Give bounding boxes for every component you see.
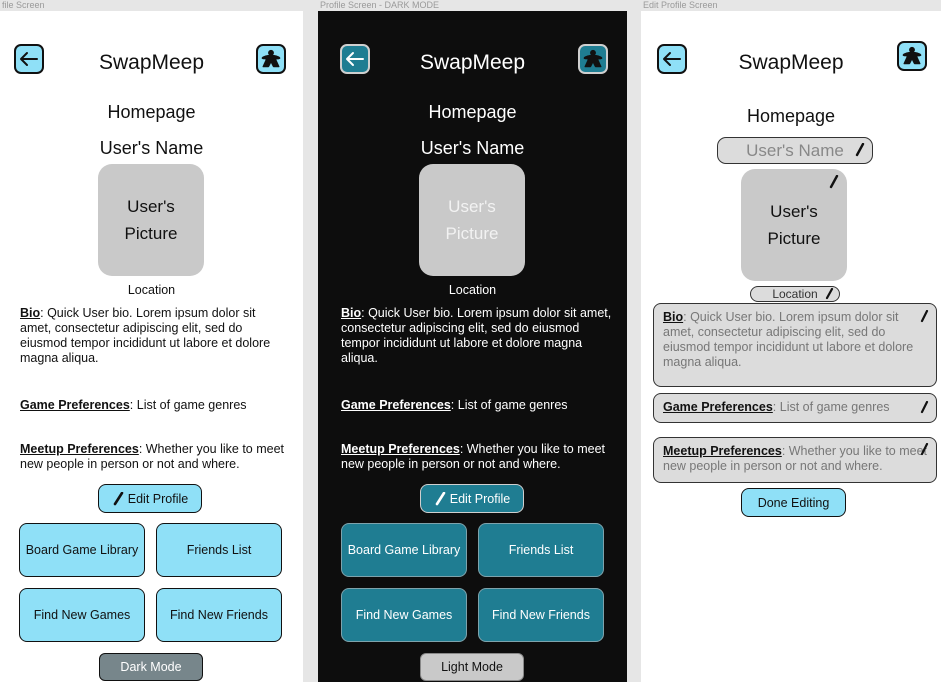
edit-profile-screen: SwapMeep Homepage User's Name User's Pict… [641,11,941,682]
game-preferences-label: Game Preferences [20,398,130,412]
edit-profile-button[interactable]: Edit Profile [98,484,202,513]
location-value: Location [772,287,818,301]
profile-screen-dark: SwapMeep Homepage User's Name User's Pict… [318,11,627,682]
meeple-icon [902,46,922,65]
meetup-preferences: Meetup Preferences: Whether you like to … [20,442,290,472]
meeple-button[interactable] [897,41,927,71]
pencil-icon[interactable] [920,310,929,323]
location-field[interactable]: Location [750,286,840,302]
pencil-icon[interactable] [920,443,929,456]
page-title: Homepage [746,106,836,126]
profile-screen: SwapMeep Homepage User's Name User's Pict… [0,11,303,682]
meetup-preferences-label: Meetup Preferences [341,442,460,456]
find-new-games-button[interactable]: Find New Games [19,588,145,642]
bio-label: Bio [341,306,362,320]
meetup-preferences: Meetup Preferences: Whether you like to … [341,442,613,472]
bio-field[interactable]: Bio: Quick User bio. Lorem ipsum dolor s… [653,303,937,387]
game-preferences-field[interactable]: Game Preferences: List of game genres [653,393,937,423]
location: Location [127,283,176,297]
picture-label-2: Picture [445,224,499,243]
user-picture: User's Picture [98,164,204,276]
picture-label-1: User's [127,197,175,216]
pencil-icon[interactable] [829,175,839,189]
frame-label-dark: Profile Screen - DARK MODE [320,0,440,10]
game-preferences: Game Preferences: List of game genres [341,398,613,413]
user-picture[interactable]: User's Picture [741,169,847,281]
picture-label-1: User's [448,197,496,216]
done-editing-button[interactable]: Done Editing [741,488,846,517]
meeple-button[interactable] [578,44,608,74]
friends-list-button[interactable]: Friends List [156,523,282,577]
bio: Bio: Quick User bio. Lorem ipsum dolor s… [20,306,290,366]
page-title: Homepage [107,102,196,122]
edit-profile-label: Edit Profile [449,491,511,506]
frame-label-edit: Edit Profile Screen [643,0,718,10]
edit-profile-button[interactable]: Edit Profile [420,484,524,513]
picture-label-1: User's [770,202,818,221]
meeple-button[interactable] [256,44,286,74]
user-name-value: User's Name [746,140,844,160]
meeple-icon [583,49,603,68]
pencil-icon[interactable] [855,143,865,157]
bio-text: : Quick User bio. Lorem ipsum dolor sit … [663,310,914,369]
pencil-icon[interactable] [825,288,834,300]
bio-label: Bio [663,310,684,324]
game-preferences: Game Preferences: List of game genres [20,398,290,413]
picture-label-2: Picture [767,229,821,248]
find-new-games-button[interactable]: Find New Games [341,588,467,642]
bio-text: : Quick User bio. Lorem ipsum dolor sit … [20,306,271,365]
user-picture: User's Picture [419,164,525,276]
user-name: User's Name [99,138,204,158]
picture-label-2: Picture [124,224,178,243]
dark-mode-button[interactable]: Dark Mode [99,653,203,681]
game-preferences-label: Game Preferences [341,398,451,412]
find-new-friends-button[interactable]: Find New Friends [478,588,604,642]
frame-label-profile: file Screen [2,0,45,10]
meetup-preferences-label: Meetup Preferences [663,444,782,458]
board-game-library-button[interactable]: Board Game Library [19,523,145,577]
game-preferences-label: Game Preferences [663,400,773,414]
game-preferences-text: : List of game genres [450,398,568,412]
game-preferences-text: : List of game genres [772,400,890,414]
page-title: Homepage [428,102,517,122]
meetup-preferences-label: Meetup Preferences [20,442,139,456]
pencil-icon [113,491,124,505]
user-name-field[interactable]: User's Name [717,137,873,164]
game-preferences-text: : List of game genres [129,398,247,412]
app-title: SwapMeep [738,51,844,74]
friends-list-button[interactable]: Friends List [478,523,604,577]
bio-label: Bio [20,306,41,320]
find-new-friends-button[interactable]: Find New Friends [156,588,282,642]
bio: Bio: Quick User bio. Lorem ipsum dolor s… [341,306,613,366]
edit-profile-label: Edit Profile [127,491,189,506]
light-mode-button[interactable]: Light Mode [420,653,524,681]
meeple-icon [261,49,281,68]
pencil-icon [435,491,446,505]
location: Location [448,283,497,297]
pencil-icon[interactable] [920,401,929,414]
meetup-preferences-field[interactable]: Meetup Preferences: Whether you like to … [653,437,937,483]
board-game-library-button[interactable]: Board Game Library [341,523,467,577]
bio-text: : Quick User bio. Lorem ipsum dolor sit … [341,306,612,365]
user-name: User's Name [420,138,525,158]
